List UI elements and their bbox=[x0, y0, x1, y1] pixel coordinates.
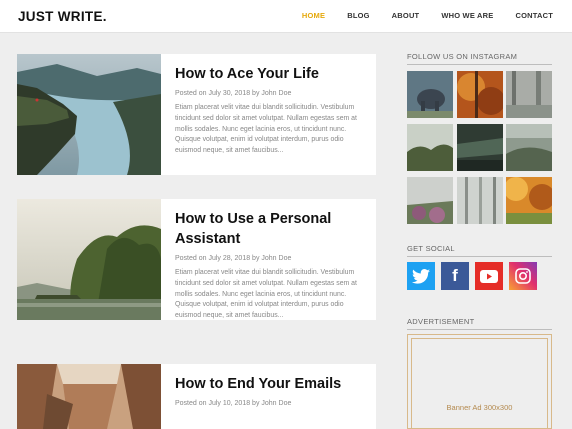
instagram-photo[interactable] bbox=[407, 177, 453, 224]
instagram-photo[interactable] bbox=[407, 71, 453, 118]
instagram-photo[interactable] bbox=[506, 124, 552, 171]
post-card: How to Use a Personal Assistant Posted o… bbox=[17, 199, 376, 320]
main-nav: HOME BLOG ABOUT WHO WE ARE CONTACT bbox=[302, 11, 553, 20]
nav-home[interactable]: HOME bbox=[302, 11, 325, 20]
nav-blog[interactable]: BLOG bbox=[347, 11, 369, 20]
post-thumbnail-cliff-lake[interactable] bbox=[17, 54, 161, 175]
banner-ad-frame bbox=[411, 338, 548, 429]
post-excerpt: Etiam placerat velit vitae dui blandit s… bbox=[175, 104, 357, 155]
banner-ad-label: Banner Ad 300x300 bbox=[446, 403, 513, 412]
post-thumbnail-canyon[interactable] bbox=[17, 364, 161, 429]
post-title[interactable]: How to Use a Personal Assistant bbox=[175, 209, 365, 249]
nav-about[interactable]: ABOUT bbox=[392, 11, 420, 20]
instagram-photo[interactable] bbox=[456, 124, 503, 171]
site-logo[interactable]: JUST WRITE. bbox=[18, 9, 107, 24]
post-meta: Posted on July 30, 2018 by John Doe bbox=[175, 90, 292, 97]
advertisement-heading: ADVERTISEMENT bbox=[407, 317, 552, 330]
post-title[interactable]: How to End Your Emails bbox=[175, 374, 365, 394]
nav-contact[interactable]: CONTACT bbox=[515, 11, 553, 20]
post-excerpt: Etiam placerat velit vitae dui blandit s… bbox=[175, 269, 357, 320]
facebook-icon[interactable]: f bbox=[441, 262, 469, 290]
post-card: How to End Your Emails Posted on July 10… bbox=[17, 364, 376, 429]
nav-who-we-are[interactable]: WHO WE ARE bbox=[441, 11, 493, 20]
top-navbar: JUST WRITE. HOME BLOG ABOUT WHO WE ARE C… bbox=[0, 0, 572, 33]
post-meta: Posted on July 28, 2018 by John Doe bbox=[175, 255, 292, 262]
social-heading: GET SOCIAL bbox=[407, 244, 552, 257]
instagram-photo[interactable] bbox=[456, 71, 503, 118]
post-meta: Posted on July 10, 2018 by John Doe bbox=[175, 400, 292, 407]
instagram-photo[interactable] bbox=[407, 124, 453, 171]
instagram-icon[interactable] bbox=[509, 262, 537, 290]
post-title[interactable]: How to Ace Your Life bbox=[175, 64, 365, 84]
instagram-heading: FOLLOW US ON INSTAGRAM bbox=[407, 52, 552, 65]
twitter-icon[interactable] bbox=[407, 262, 435, 290]
banner-ad[interactable]: Banner Ad 300x300 bbox=[407, 334, 552, 429]
instagram-photo[interactable] bbox=[456, 177, 503, 224]
instagram-photo[interactable] bbox=[506, 177, 552, 224]
youtube-icon[interactable] bbox=[475, 262, 503, 290]
instagram-photo[interactable] bbox=[506, 71, 552, 118]
post-card: How to Ace Your Life Posted on July 30, … bbox=[17, 54, 376, 175]
instagram-grid bbox=[407, 71, 552, 224]
post-thumbnail-lake-trees[interactable] bbox=[17, 199, 161, 320]
social-links: f bbox=[407, 262, 537, 290]
